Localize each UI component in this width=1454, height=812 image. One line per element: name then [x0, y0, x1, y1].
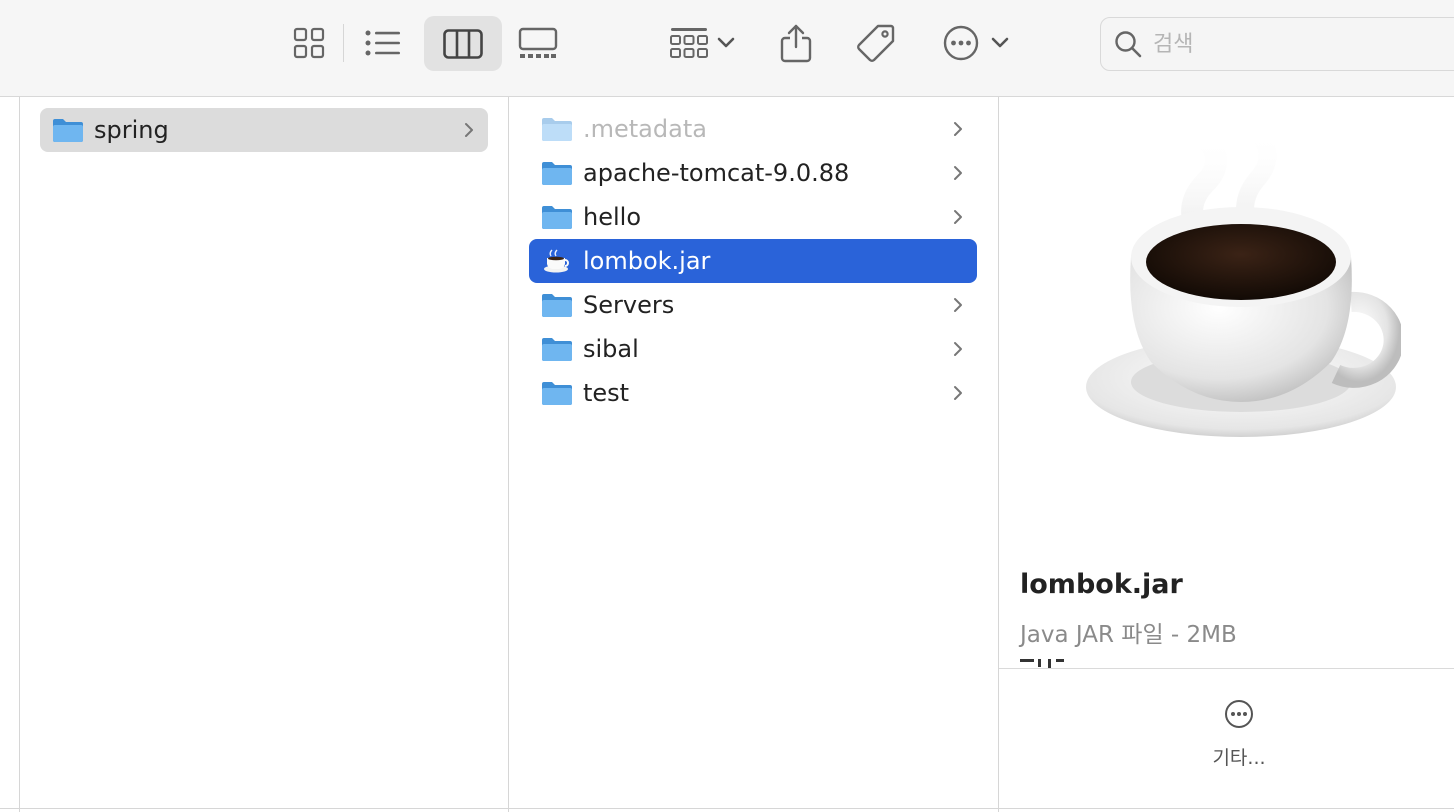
list-item[interactable]: lombok.jar [529, 239, 977, 283]
list-item[interactable]: hello [529, 195, 977, 239]
java-jar-icon [541, 247, 573, 275]
list-item[interactable]: sibal [529, 327, 977, 371]
columns-icon [443, 28, 483, 59]
more-button[interactable]: 기타... [1189, 699, 1289, 789]
search-icon [1113, 29, 1143, 59]
preview-footer: 기타... [999, 668, 1454, 812]
item-label: .metadata [583, 115, 707, 143]
grid-icon [293, 27, 325, 59]
ellipsis-circle-icon [943, 25, 979, 61]
chevron-down-icon [991, 37, 1009, 48]
chevron-right-icon [954, 210, 962, 224]
folder-icon [541, 335, 573, 363]
item-label: spring [94, 116, 169, 144]
chevron-right-icon [954, 122, 962, 136]
folder-icon [52, 116, 84, 144]
item-label: lombok.jar [583, 247, 711, 275]
chevron-right-icon [954, 386, 962, 400]
toolbar-divider [343, 24, 344, 62]
share-icon [780, 24, 812, 63]
group-by-icon [670, 28, 708, 58]
column-1: spring [19, 97, 509, 812]
item-label: apache-tomcat-9.0.88 [583, 159, 850, 187]
list-item[interactable]: Servers [529, 283, 977, 327]
preview-pane: lombok.jar Java JAR 파일 - 2MB 기타... [999, 97, 1454, 812]
gallery-view-button[interactable] [510, 17, 566, 69]
item-label: hello [583, 203, 641, 231]
folder-icon [541, 379, 573, 407]
more-label: 기타... [1212, 747, 1266, 769]
folder-icon [541, 203, 573, 231]
item-label: Servers [583, 291, 675, 319]
gallery-icon [518, 27, 558, 58]
preview-file-kind: Java JAR 파일 - 2MB [1020, 622, 1237, 648]
tag-button[interactable] [850, 17, 902, 69]
chevron-right-icon [954, 342, 962, 356]
column-view-button[interactable] [424, 16, 502, 71]
window-bottom-border [0, 808, 1454, 809]
search-input[interactable] [1153, 31, 1433, 57]
chevron-right-icon [465, 123, 473, 137]
list-item[interactable]: test [529, 371, 977, 415]
more-actions-button[interactable] [936, 17, 1016, 69]
item-label: test [583, 379, 630, 407]
folder-icon [541, 115, 573, 143]
list-icon [365, 30, 400, 56]
search-field[interactable] [1100, 17, 1454, 71]
chevron-right-icon [954, 298, 962, 312]
folder-icon [541, 159, 573, 187]
list-item[interactable]: .metadata [529, 107, 977, 151]
list-item[interactable]: spring [40, 108, 488, 152]
tag-icon [857, 24, 895, 62]
coffee-cup-icon [1086, 127, 1401, 437]
ellipsis-circle-icon [1225, 700, 1253, 728]
item-label: sibal [583, 335, 639, 363]
column-2: .metadata apache-tomcat-9.0.88 hello lom… [509, 97, 999, 812]
folder-icon [541, 291, 573, 319]
list-item[interactable]: apache-tomcat-9.0.88 [529, 151, 977, 195]
chevron-down-icon [717, 37, 735, 48]
icon-view-button[interactable] [284, 17, 334, 69]
group-by-button[interactable] [660, 17, 744, 69]
list-view-button[interactable] [356, 17, 410, 69]
preview-file-name: lombok.jar [1020, 569, 1183, 600]
toolbar [0, 0, 1454, 97]
share-button[interactable] [772, 17, 820, 69]
chevron-right-icon [954, 166, 962, 180]
